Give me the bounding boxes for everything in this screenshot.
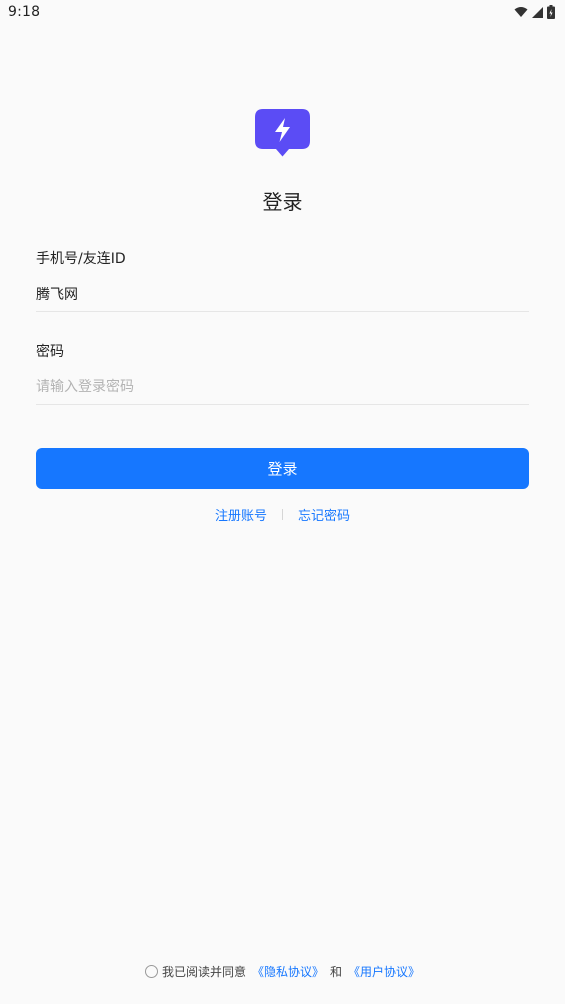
wifi-icon bbox=[514, 6, 528, 18]
login-button[interactable]: 登录 bbox=[36, 448, 529, 489]
status-icons bbox=[514, 5, 555, 19]
password-input[interactable] bbox=[36, 369, 529, 405]
privacy-policy-link[interactable]: 《隐私协议》 bbox=[252, 963, 324, 980]
cellular-signal-icon bbox=[532, 6, 543, 18]
agreement-text: 我已阅读并同意 bbox=[161, 965, 246, 979]
phone-label: 手机号/友连ID bbox=[36, 251, 126, 267]
page-title: 登录 bbox=[262, 190, 303, 214]
forgot-password-link[interactable]: 忘记密码 bbox=[298, 505, 350, 524]
app-logo-icon bbox=[255, 109, 310, 157]
user-agreement-link[interactable]: 《用户协议》 bbox=[348, 963, 420, 980]
status-time: 9:18 bbox=[8, 4, 41, 20]
phone-input[interactable] bbox=[36, 276, 529, 312]
agreement-row: 我已阅读并同意 《隐私协议》 和 《用户协议》 bbox=[0, 963, 565, 980]
link-divider bbox=[282, 509, 283, 520]
register-link[interactable]: 注册账号 bbox=[215, 505, 267, 524]
battery-icon bbox=[547, 5, 555, 19]
account-links: 注册账号 忘记密码 bbox=[0, 505, 565, 524]
agreement-and: 和 bbox=[330, 965, 343, 979]
agreement-radio[interactable] bbox=[144, 965, 158, 978]
status-bar: 9:18 bbox=[0, 0, 565, 24]
password-label: 密码 bbox=[36, 344, 64, 360]
